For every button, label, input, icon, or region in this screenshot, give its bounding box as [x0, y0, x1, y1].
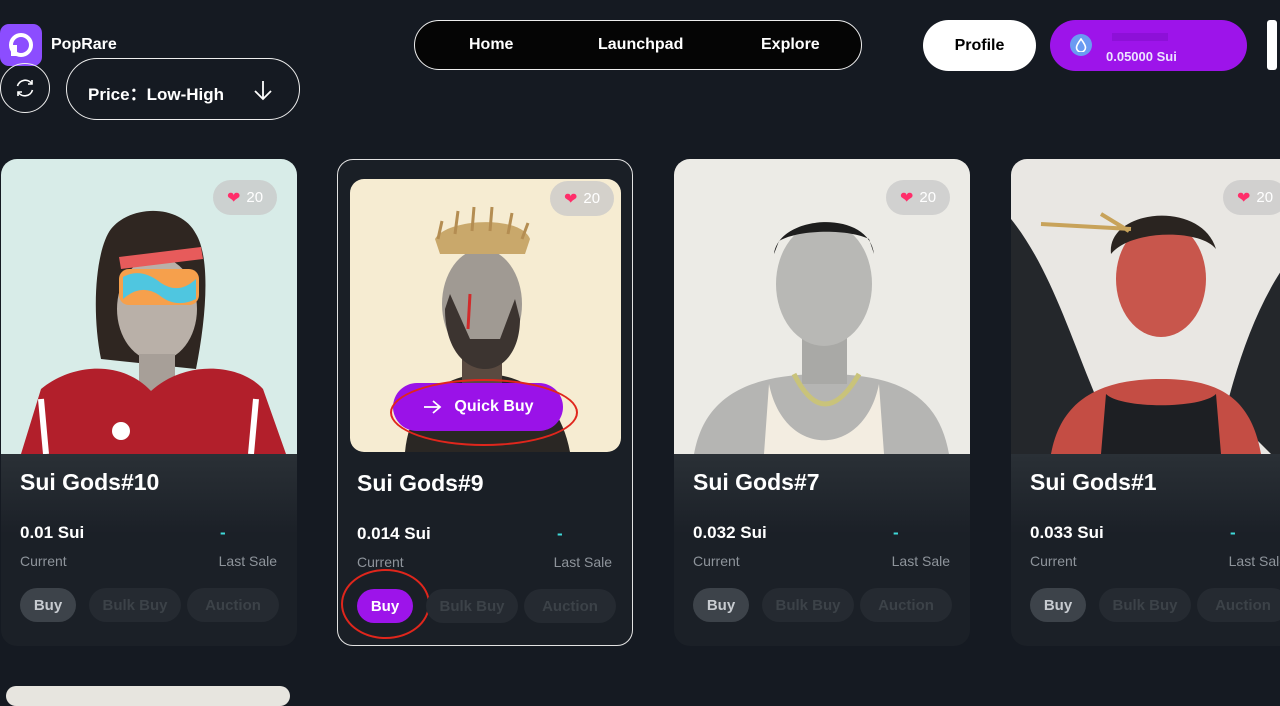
like-count: 20	[1256, 189, 1274, 206]
last-sale-caption: Last Sale	[891, 553, 950, 569]
bulk-buy-button[interactable]: Bulk Buy	[762, 588, 854, 622]
auction-button[interactable]: Auction	[187, 588, 279, 622]
last-sale-value: -	[893, 523, 899, 542]
sort-label: Price：Low-High	[88, 85, 225, 104]
wallet-button[interactable]: 0.05000 Sui	[1050, 20, 1247, 71]
sort-dropdown[interactable]: Price：Low-High	[66, 58, 300, 120]
nft-name: Sui Gods#10	[20, 469, 160, 495]
heart-icon: ❤	[226, 189, 241, 207]
heart-icon: ❤	[899, 189, 914, 207]
quick-buy-button[interactable]: Quick Buy	[393, 383, 563, 431]
nft-card[interactable]: ❤ 20 Sui Gods#1 0.033 Sui - Current Last…	[1011, 159, 1280, 646]
current-caption: Current	[693, 553, 740, 569]
auction-button[interactable]: Auction	[860, 588, 952, 622]
last-sale-value: -	[557, 524, 563, 543]
nft-name: Sui Gods#7	[693, 469, 820, 495]
heart-icon: ❤	[1236, 189, 1251, 207]
like-badge[interactable]: ❤ 20	[213, 180, 277, 215]
refresh-button[interactable]	[0, 63, 50, 113]
wallet-balance: 0.05000 Sui	[1106, 49, 1177, 64]
last-sale-value: -	[1230, 523, 1236, 542]
bulk-buy-button[interactable]: Bulk Buy	[426, 589, 518, 623]
quick-buy-label: Quick Buy	[454, 398, 534, 415]
wallet-address-redacted	[1112, 33, 1168, 41]
auction-button[interactable]: Auction	[524, 589, 616, 623]
buy-button[interactable]: Buy	[20, 588, 76, 622]
buy-button[interactable]: Buy	[1030, 588, 1086, 622]
current-price: 0.01 Sui	[20, 523, 85, 542]
nft-card-selected[interactable]: ❤ 20 Quick Buy Sui Gods#9 0.014 Sui - Cu…	[337, 159, 633, 646]
like-count: 20	[919, 189, 937, 206]
nav-launchpad[interactable]: Launchpad	[598, 36, 683, 54]
nft-name: Sui Gods#9	[357, 470, 484, 496]
bulk-buy-button[interactable]: Bulk Buy	[1099, 588, 1191, 622]
profile-button[interactable]: Profile	[923, 20, 1036, 71]
current-price: 0.014 Sui	[357, 524, 431, 543]
buy-button[interactable]: Buy	[693, 588, 749, 622]
last-sale-value: -	[220, 523, 226, 542]
last-sale-caption: Last Sale	[1228, 553, 1280, 569]
nav-home[interactable]: Home	[469, 36, 513, 54]
next-row-card-edge	[6, 686, 290, 706]
bulk-buy-button[interactable]: Bulk Buy	[89, 588, 181, 622]
arrow-down-icon	[254, 81, 272, 101]
sui-drop-icon	[1070, 34, 1092, 56]
nav-explore[interactable]: Explore	[761, 36, 820, 54]
heart-icon: ❤	[563, 190, 578, 208]
nft-card[interactable]: ❤ 20 Sui Gods#7 0.032 Sui - Current Last…	[674, 159, 970, 646]
current-price: 0.032 Sui	[693, 523, 767, 542]
like-badge[interactable]: ❤ 20	[1223, 180, 1280, 215]
current-caption: Current	[20, 553, 67, 569]
like-count: 20	[583, 190, 601, 207]
current-caption: Current	[357, 554, 404, 570]
poprare-logo-icon	[0, 24, 42, 66]
app-name: PopRare	[51, 36, 117, 53]
auction-button[interactable]: Auction	[1197, 588, 1280, 622]
nft-card[interactable]: ❤ 20 Sui Gods#10 0.01 Sui - Current Last…	[1, 159, 297, 646]
refresh-icon	[16, 79, 34, 97]
current-caption: Current	[1030, 553, 1077, 569]
last-sale-caption: Last Sale	[218, 553, 277, 569]
current-price: 0.033 Sui	[1030, 523, 1104, 542]
like-badge[interactable]: ❤ 20	[886, 180, 950, 215]
main-nav: Home Launchpad Explore	[414, 20, 862, 70]
edge-button[interactable]	[1267, 20, 1277, 70]
like-badge[interactable]: ❤ 20	[550, 181, 614, 216]
nft-name: Sui Gods#1	[1030, 469, 1157, 495]
buy-button[interactable]: Buy	[357, 589, 413, 623]
last-sale-caption: Last Sale	[553, 554, 612, 570]
like-count: 20	[246, 189, 264, 206]
send-arrow-icon	[424, 400, 442, 414]
